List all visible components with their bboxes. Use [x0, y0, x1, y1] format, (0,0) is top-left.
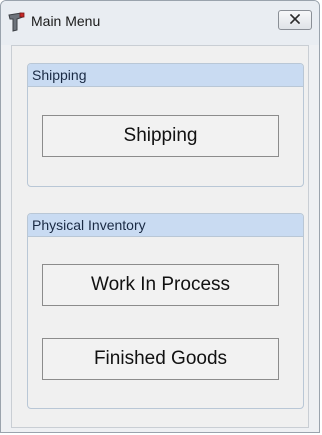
physical-inventory-group-header: Physical Inventory [28, 214, 303, 237]
shipping-button[interactable]: Shipping [42, 115, 279, 157]
shipping-group-header: Shipping [28, 64, 303, 87]
close-icon [289, 11, 301, 29]
barcode-scanner-icon [7, 11, 27, 33]
title-bar[interactable]: Main Menu [1, 1, 319, 45]
shipping-group: Shipping Shipping [27, 63, 304, 187]
work-in-process-button[interactable]: Work In Process [42, 264, 279, 306]
close-button[interactable] [278, 10, 312, 30]
main-menu-window: Main Menu Shipping Shipping Physical Inv… [0, 0, 320, 433]
window-title: Main Menu [31, 13, 101, 29]
physical-inventory-group: Physical Inventory Work In Process Finis… [27, 213, 304, 409]
finished-goods-button[interactable]: Finished Goods [42, 338, 279, 380]
